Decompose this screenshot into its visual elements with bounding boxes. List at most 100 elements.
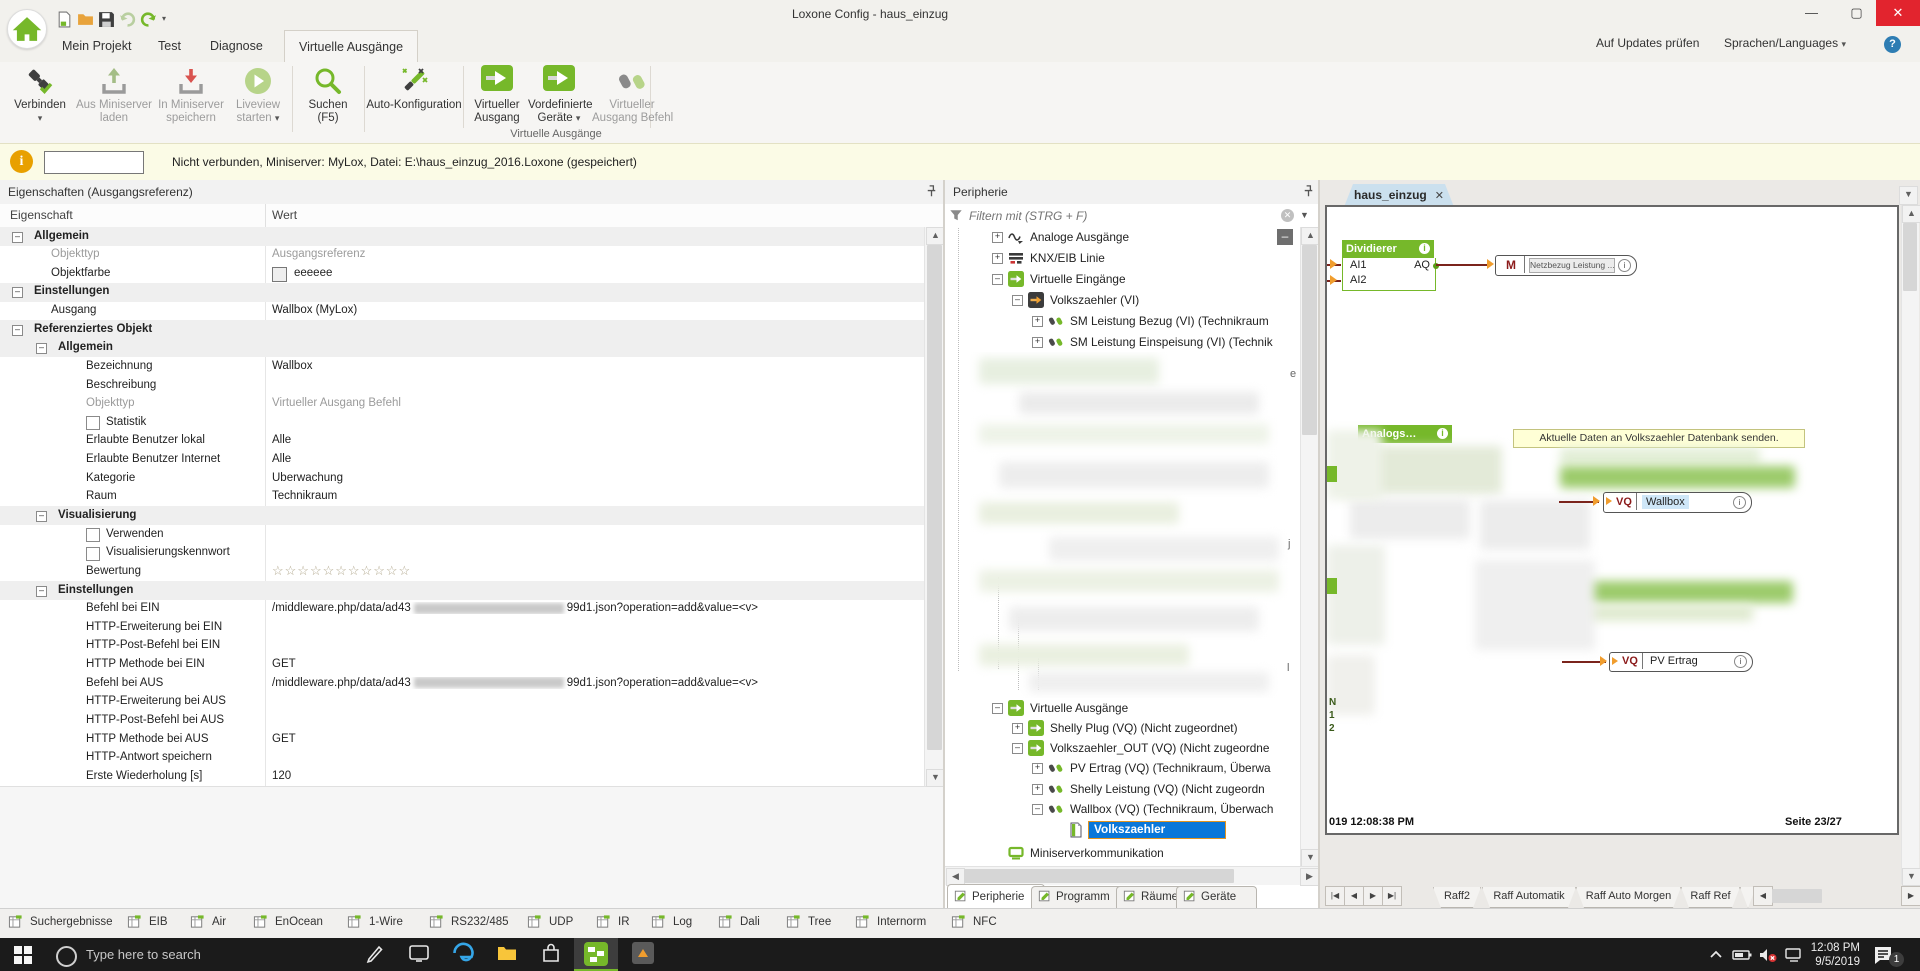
vq-pv-label[interactable]: PV Ertrag <box>1650 655 1698 667</box>
languages-link[interactable]: Sprachen/Languages ▾ <box>1724 36 1846 50</box>
expand-icon[interactable]: + <box>1032 316 1043 327</box>
search-button[interactable]: Suchen (F5) <box>298 64 358 138</box>
log-tab-suchergebnisse[interactable]: Suchergebnisse <box>8 914 112 934</box>
diagram-page-tab[interactable]: Raff Automatik <box>1482 887 1576 908</box>
tree-item[interactable]: – Wallbox (VQ) (Technikraum, Überwach <box>945 799 1300 819</box>
property-value[interactable]: eeeeee <box>294 267 924 279</box>
volume-muted-icon[interactable] <box>1758 947 1778 966</box>
help-button[interactable]: ? <box>1884 36 1901 53</box>
tree-item[interactable]: +Analoge Ausgänge <box>945 227 1300 247</box>
log-tab-air[interactable]: Air <box>190 914 226 934</box>
expand-icon[interactable]: + <box>1032 784 1043 795</box>
checkbox[interactable] <box>86 416 100 430</box>
property-value[interactable]: Wallbox (MyLox) <box>272 304 912 316</box>
property-row[interactable]: AusgangWallbox (MyLox) <box>0 302 924 322</box>
clear-filter-icon[interactable]: ✕ <box>1281 209 1294 222</box>
diagram-tab-haus-einzug[interactable]: haus_einzug✕ <box>1344 184 1454 207</box>
redo-icon[interactable] <box>140 11 157 28</box>
expand-icon[interactable]: + <box>1032 337 1043 348</box>
pin-icon[interactable] <box>924 184 940 200</box>
diagram-canvas[interactable]: Dividierer i AI1 AI2 AQ M Netzbezug Leis… <box>1325 205 1899 835</box>
next-page-button[interactable]: ▶ <box>1363 886 1383 906</box>
property-row[interactable]: Visualisierungskennwort <box>0 544 924 564</box>
property-row[interactable]: HTTP-Erweiterung bei AUS <box>0 693 924 713</box>
rating-stars[interactable]: ☆☆☆☆☆☆☆☆☆☆☆ <box>272 563 912 579</box>
tab-virtuelle-ausgaenge[interactable]: Virtuelle Ausgänge <box>284 30 418 63</box>
minimize-button[interactable]: — <box>1789 0 1834 26</box>
property-row[interactable]: Beschreibung <box>0 376 924 396</box>
collapse-icon[interactable]: – <box>1012 743 1023 754</box>
pin-icon[interactable] <box>1301 184 1317 200</box>
tree-item[interactable]: + SM Leistung Einspeisung (VI) (Technik <box>945 332 1300 352</box>
info-icon[interactable]: i <box>1734 655 1747 668</box>
liveview-button[interactable]: Liveview starten ▾ <box>228 64 288 138</box>
property-row[interactable]: KategorieÜberwachung <box>0 469 924 489</box>
tree-scrollbar[interactable]: ▲ ▼ <box>1300 227 1319 866</box>
property-row[interactable]: Bewertung☆☆☆☆☆☆☆☆☆☆☆ <box>0 562 924 582</box>
property-value[interactable]: GET <box>272 733 912 745</box>
info-icon[interactable]: i <box>1618 259 1631 272</box>
tree-item-label[interactable]: SM Leistung Einspeisung (VI) (Technik <box>1070 335 1273 349</box>
log-tab-udp[interactable]: UDP <box>527 914 573 934</box>
tree-item[interactable]: –Volkszaehler (VI) <box>945 290 1300 310</box>
loxone-app-icon[interactable] <box>632 942 658 968</box>
collapse-icon[interactable]: – <box>1032 804 1043 815</box>
property-row[interactable]: HTTP Methode bei AUSGET <box>0 730 924 750</box>
tab-list-dropdown-icon[interactable]: ▼ <box>1899 186 1918 205</box>
last-page-button[interactable]: ▶| <box>1382 886 1402 906</box>
property-value[interactable]: Technikraum <box>272 490 912 502</box>
open-folder-icon[interactable] <box>77 11 94 28</box>
vq-wallbox-block[interactable]: VQ Wallbox i <box>1603 492 1752 513</box>
tree-item-selected[interactable]: Volkszaehler <box>945 820 1300 840</box>
property-group-row[interactable]: –Allgemein <box>0 227 924 247</box>
tree-item-label[interactable]: Virtuelle Ausgänge <box>1030 701 1128 715</box>
check-updates-link[interactable]: Auf Updates prüfen <box>1596 36 1699 50</box>
tabs-scroll-right-icon[interactable]: ▶ <box>1901 886 1920 906</box>
property-row[interactable]: Erlaubte Benutzer InternetAlle <box>0 451 924 471</box>
log-tab-nfc[interactable]: NFC <box>951 914 997 934</box>
property-row[interactable]: Erlaubte Benutzer lokalAlle <box>0 432 924 452</box>
tree-item-label[interactable]: Wallbox (VQ) (Technikraum, Überwach <box>1070 802 1273 816</box>
tree-item-label[interactable]: Virtuelle Eingänge <box>1030 272 1126 286</box>
collapse-all-button[interactable]: – <box>1277 229 1293 245</box>
property-value[interactable]: Alle <box>272 453 912 465</box>
folder-icon[interactable] <box>496 942 522 968</box>
property-group-row[interactable]: –Referenziertes Objekt <box>0 320 924 340</box>
taskbar-clock[interactable]: 12:08 PM 9/5/2019 <box>1806 941 1860 969</box>
info-icon[interactable]: i <box>1733 496 1746 509</box>
port-ai2[interactable]: AI2 <box>1350 274 1367 286</box>
scrollbar-thumb[interactable] <box>1302 245 1317 435</box>
dividierer-block-header[interactable]: Dividierer i <box>1342 240 1434 258</box>
collapse-icon[interactable]: – <box>992 274 1003 285</box>
tablet-icon[interactable] <box>408 942 434 968</box>
tree-item-label[interactable]: Miniserverkommunikation <box>1030 846 1164 860</box>
tree-item[interactable]: +PV Ertrag (VQ) (Technikraum, Überwa <box>945 758 1300 778</box>
property-row[interactable]: HTTP-Antwort speichern <box>0 749 924 769</box>
tree-item[interactable]: +KNX/EIB Linie <box>945 248 1300 268</box>
property-group-row[interactable]: –Visualisierung <box>0 506 924 526</box>
tree-item[interactable]: +Shelly Plug (VQ) (Nicht zugeordnet) <box>945 718 1300 738</box>
property-row[interactable]: HTTP-Post-Befehl bei EIN <box>0 637 924 657</box>
battery-icon[interactable] <box>1732 947 1752 966</box>
tree-item-label[interactable]: Analoge Ausgänge <box>1030 230 1129 244</box>
property-row[interactable]: HTTP-Erweiterung bei EIN <box>0 618 924 638</box>
property-group-row[interactable]: –Allgemein <box>0 339 924 359</box>
property-group-row[interactable]: –Einstellungen <box>0 581 924 601</box>
log-tab-log[interactable]: Log <box>651 914 692 934</box>
auto-configuration-button[interactable]: Auto-Konfiguration <box>366 64 462 138</box>
load-from-miniserver-button[interactable]: Aus Miniserver laden <box>74 64 154 138</box>
info-icon[interactable]: i <box>1419 243 1430 254</box>
filter-dropdown-icon[interactable]: ▼ <box>1300 210 1309 220</box>
tree-item-label[interactable]: Shelly Plug (VQ) (Nicht zugeordnet) <box>1050 721 1238 735</box>
new-file-icon[interactable] <box>56 11 73 28</box>
virtual-output-button[interactable]: Virtueller Ausgang <box>468 64 526 138</box>
properties-scrollbar[interactable]: ▲ ▼ <box>924 227 944 786</box>
tabs-scroll-left-icon[interactable]: ◀ <box>1753 886 1773 906</box>
tree-item[interactable]: –Volkszaehler_OUT (VQ) (Nicht zugeordne <box>945 738 1300 758</box>
store-icon[interactable] <box>540 942 566 968</box>
port-ai1[interactable]: AI1 <box>1350 259 1367 271</box>
search-icon[interactable] <box>56 946 77 967</box>
property-row[interactable]: Verwenden <box>0 525 924 545</box>
tree-item[interactable]: +SM Leistung Bezug (VI) (Technikraum <box>945 311 1300 331</box>
note-label[interactable]: Aktuelle Daten an Volkszaehler Datenbank… <box>1513 429 1805 448</box>
